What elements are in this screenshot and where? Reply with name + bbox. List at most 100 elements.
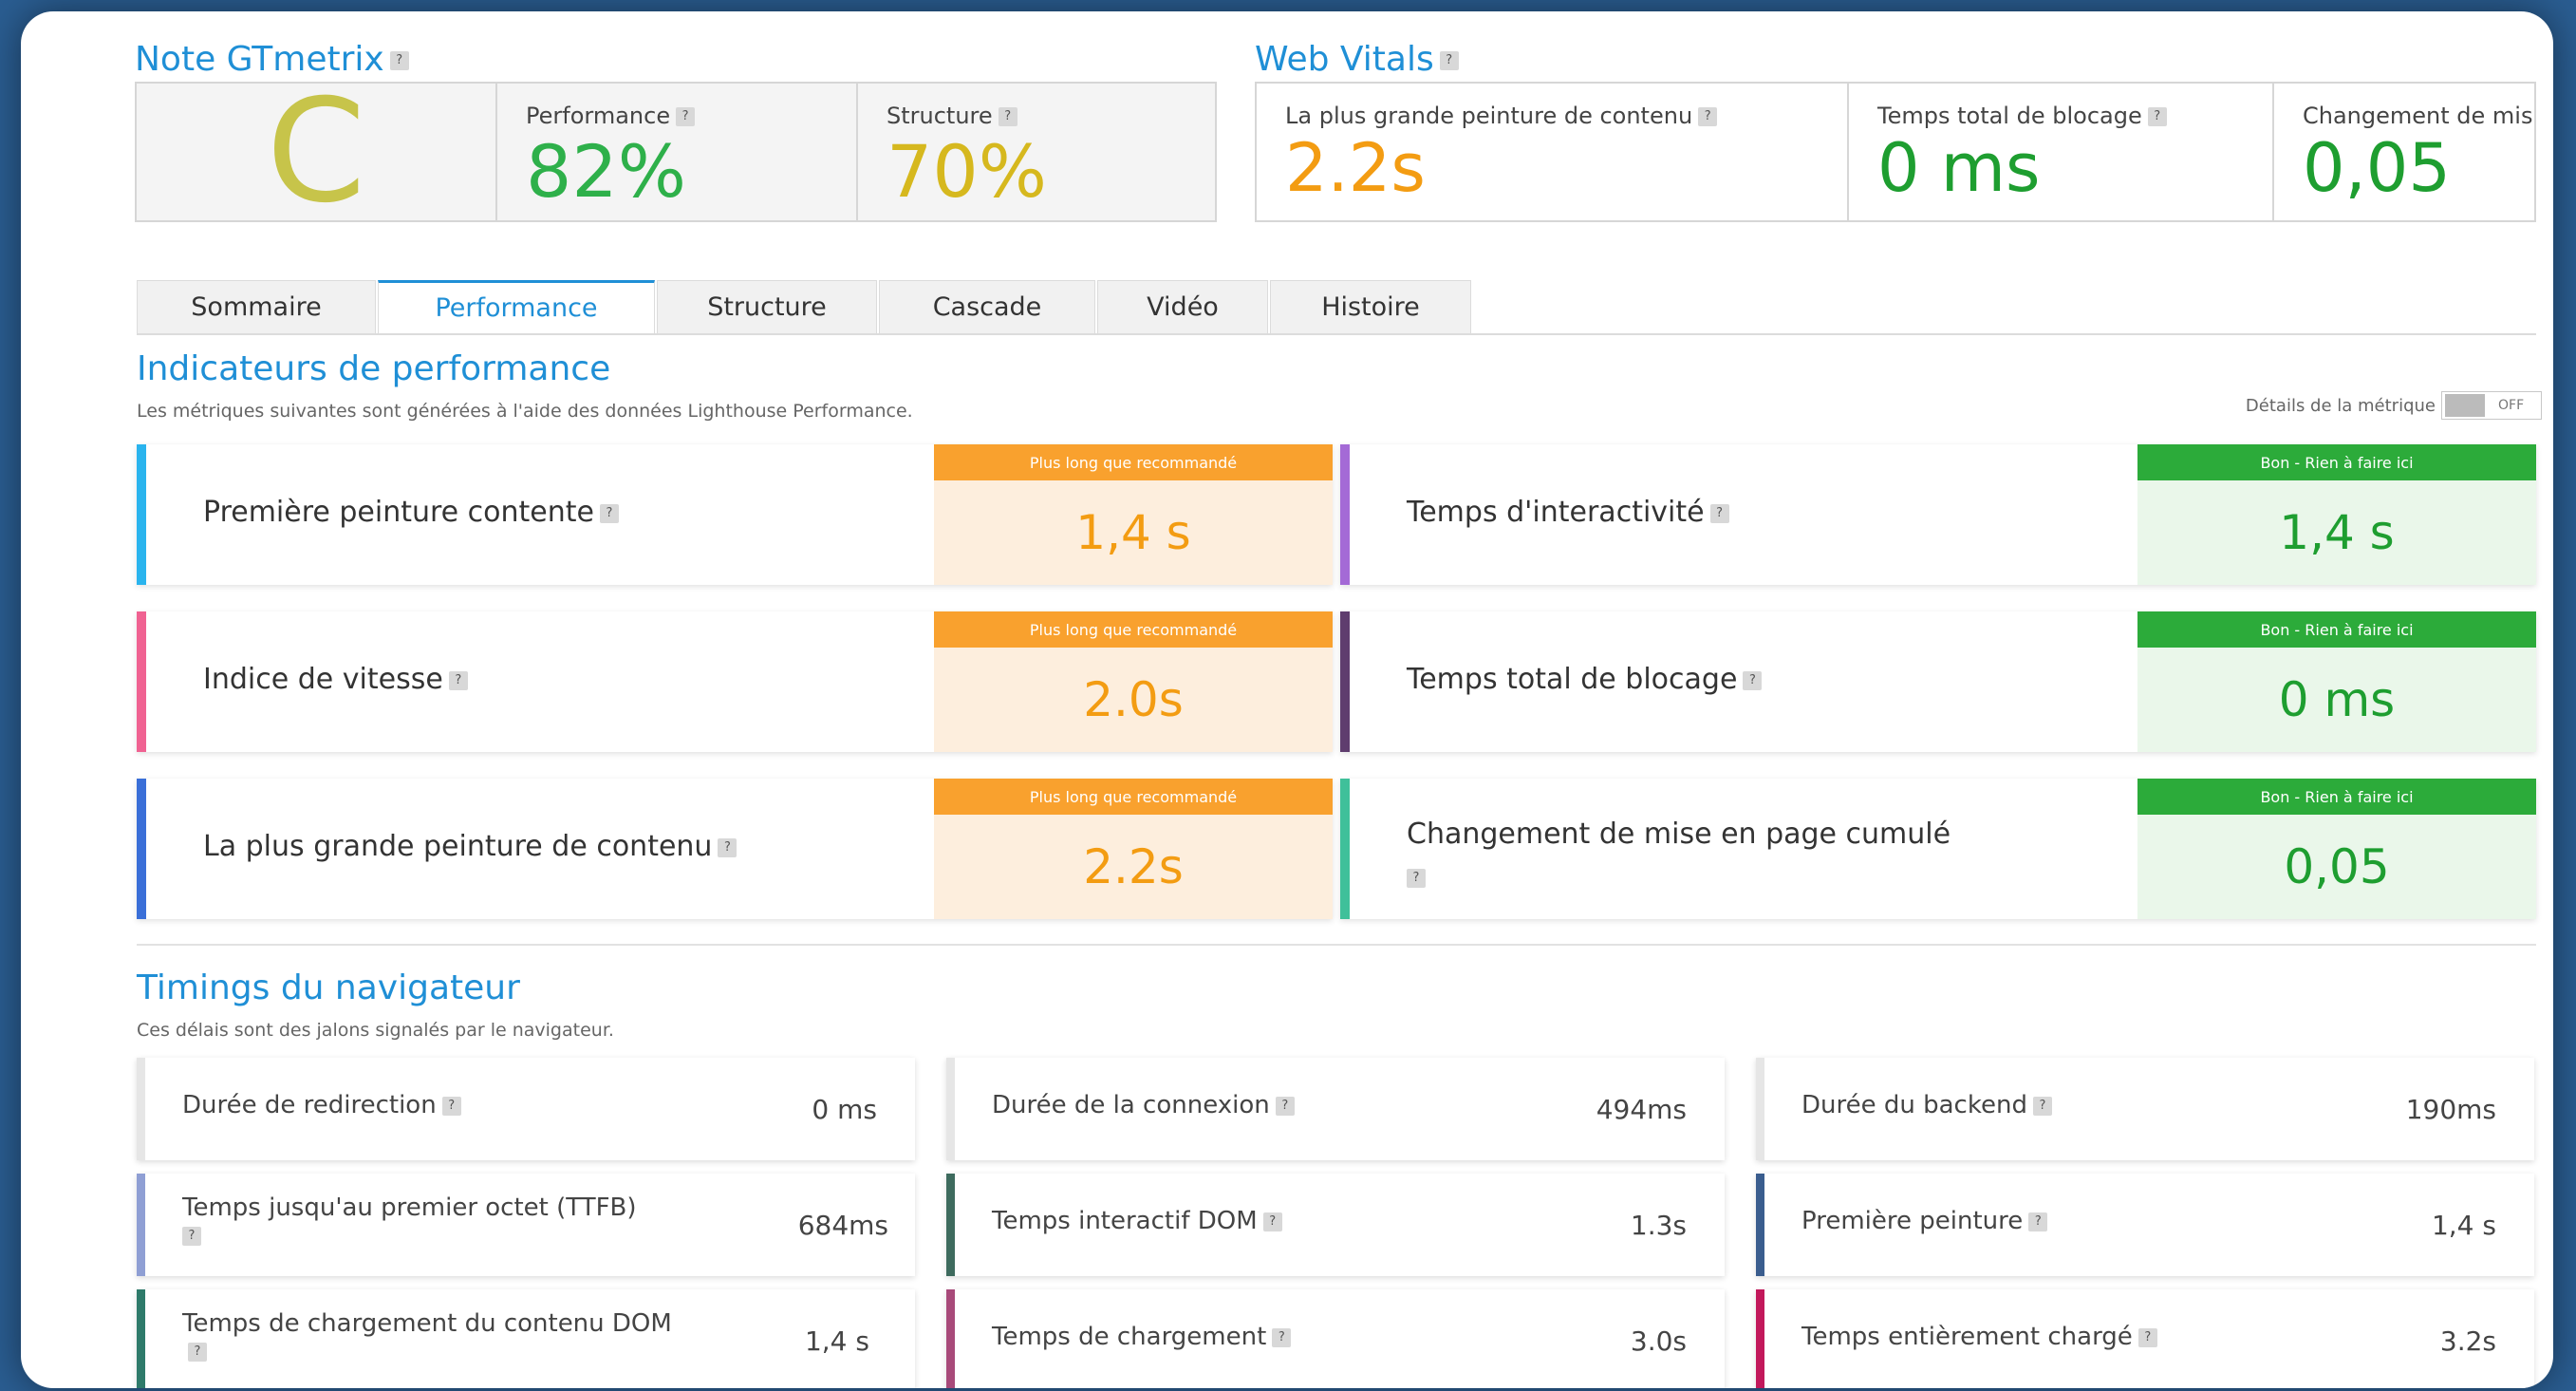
metric-details-toggle[interactable]: OFF [2441, 391, 2542, 420]
grade-box: C Performance? 82% Structure? 70% [135, 69, 1217, 235]
timing-card-fully-loaded: Temps entièrement chargé? 3.2s [1756, 1289, 2534, 1388]
card-color-bar [946, 1289, 955, 1388]
timing-label: Durée du backend? [1801, 1091, 2371, 1120]
timing-card-first-paint: Première peinture? 1,4 s [1756, 1174, 2534, 1276]
timing-label-text: Durée du backend [1801, 1091, 2027, 1119]
help-icon[interactable]: ? [389, 51, 409, 70]
help-icon[interactable]: ? [182, 1227, 201, 1247]
timing-label-text: Durée de redirection [182, 1091, 437, 1119]
help-icon[interactable]: ? [2147, 107, 2167, 126]
timing-value: 684ms [797, 1209, 888, 1241]
tab-video[interactable]: Vidéo [1097, 280, 1268, 333]
vitals-tbt-label-text: Temps total de blocage [1877, 103, 2142, 129]
toggle-state: OFF [2498, 398, 2525, 413]
timing-label-text: Temps interactif DOM [992, 1207, 1258, 1235]
help-icon[interactable]: ? [718, 837, 737, 857]
vitals-tbt-label: Temps total de blocage? [1877, 103, 2167, 129]
timing-card-connection: Durée de la connexion? 494ms [946, 1058, 1725, 1160]
help-icon[interactable]: ? [1262, 1212, 1282, 1231]
toggle-knob [2445, 394, 2485, 417]
timing-label-text: Temps jusqu'au premier octet (TTFB) [182, 1194, 637, 1222]
vitals-section-title: Web Vitals? [1255, 40, 1459, 79]
metric-name: La plus grande peinture de contenu? [203, 830, 737, 863]
metric-value: 2.2s [934, 815, 1333, 919]
tab-histoire[interactable]: Histoire [1270, 280, 1471, 333]
card-color-bar [1756, 1174, 1764, 1276]
help-icon[interactable]: ? [676, 107, 696, 126]
vitals-tbt-value: 0 ms [1877, 129, 2041, 207]
metric-name-text: La plus grande peinture de contenu [203, 830, 713, 863]
report-frame: Note GTmetrix? C Performance? 82% Struct… [21, 11, 2553, 1388]
metric-value-box: Plus long que recommandé 2.2s [934, 779, 1333, 919]
help-icon[interactable]: ? [998, 107, 1017, 126]
structure-score-cell: Structure? 70% [858, 84, 1215, 220]
card-color-bar [137, 1174, 145, 1276]
help-icon[interactable]: ? [2028, 1212, 2048, 1231]
metric-name-text: Changement de mise en page cumulé [1407, 818, 1951, 851]
metric-value-box: Plus long que recommandé 1,4 s [934, 444, 1333, 585]
timing-label: Temps jusqu'au premier octet (TTFB)? [182, 1194, 752, 1251]
timing-value: 494ms [1596, 1093, 1687, 1125]
help-icon[interactable]: ? [1743, 670, 1763, 690]
metric-name-text: Temps total de blocage [1407, 663, 1738, 696]
metric-value: 1,4 s [934, 480, 1333, 585]
status-badge: Plus long que recommandé [934, 779, 1333, 815]
timing-label: Durée de redirection? [182, 1091, 752, 1120]
timing-value: 3.2s [2439, 1325, 2496, 1357]
timing-value: 1,4 s [2431, 1209, 2496, 1241]
metric-name-text: Première peinture contente [203, 496, 594, 529]
structure-score-value: 70% [887, 129, 1047, 214]
section-divider [137, 944, 2536, 946]
help-icon[interactable]: ? [600, 503, 619, 523]
metric-card-cls: Changement de mise en page cumulé? Bon -… [1340, 779, 2536, 919]
help-icon[interactable]: ? [1275, 1096, 1295, 1116]
grade-letter: C [266, 69, 366, 235]
help-icon[interactable]: ? [1709, 503, 1729, 523]
timing-label: Temps de chargement? [992, 1323, 1561, 1352]
metric-card-lcp: La plus grande peinture de contenu? Plus… [137, 779, 1333, 919]
help-icon[interactable]: ? [188, 1343, 207, 1363]
timing-card-redirect: Durée de redirection? 0 ms [137, 1058, 915, 1160]
status-badge: Bon - Rien à faire ici [2137, 779, 2536, 815]
timings-subtitle: Ces délais sont des jalons signalés par … [137, 1020, 614, 1041]
help-icon[interactable]: ? [1698, 107, 1718, 126]
metric-value: 0 ms [2137, 648, 2536, 752]
tab-performance[interactable]: Performance [378, 280, 655, 333]
timing-card-onload: Temps de chargement? 3.0s [946, 1289, 1725, 1388]
structure-score-label: Structure? [887, 103, 1017, 129]
timing-label-text: Temps entièrement chargé [1801, 1323, 2133, 1351]
timing-value: 190ms [2405, 1093, 2496, 1125]
timing-value: 1.3s [1630, 1209, 1687, 1241]
help-icon[interactable]: ? [1407, 868, 1426, 888]
metric-name: Indice de vitesse? [203, 663, 468, 696]
metric-value: 1,4 s [2137, 480, 2536, 585]
card-color-bar [1756, 1058, 1764, 1160]
help-icon[interactable]: ? [448, 670, 468, 690]
timing-label-text: Temps de chargement [992, 1323, 1267, 1351]
tab-cascade[interactable]: Cascade [879, 280, 1095, 333]
card-color-bar [137, 1058, 145, 1160]
timing-label: Temps de chargement du contenu DOM? [182, 1309, 695, 1367]
help-icon[interactable]: ? [441, 1096, 461, 1116]
help-icon[interactable]: ? [2137, 1327, 2157, 1347]
metric-value-box: Bon - Rien à faire ici 0,05 [2137, 779, 2536, 919]
timing-value: 3.0s [1630, 1325, 1687, 1357]
tab-sommaire[interactable]: Sommaire [137, 280, 376, 333]
metric-details-label: Détails de la métrique [2245, 395, 2436, 416]
tab-structure[interactable]: Structure [657, 280, 877, 333]
timing-value: 0 ms [812, 1093, 877, 1125]
indicators-title: Indicateurs de performance [137, 349, 611, 388]
card-color-bar [1340, 611, 1350, 752]
card-color-bar [946, 1058, 955, 1160]
status-badge: Plus long que recommandé [934, 444, 1333, 480]
help-icon[interactable]: ? [1272, 1327, 1292, 1347]
timing-card-ttfb: Temps jusqu'au premier octet (TTFB)? 684… [137, 1174, 915, 1276]
card-color-bar [137, 779, 146, 919]
performance-score-value: 82% [526, 129, 686, 214]
vitals-cls-value: 0,05 [2303, 129, 2451, 207]
help-icon[interactable]: ? [2032, 1096, 2052, 1116]
metric-card-tbt: Temps total de blocage? Bon - Rien à fai… [1340, 611, 2536, 752]
vitals-tbt-cell: Temps total de blocage? 0 ms [1849, 84, 2274, 220]
vitals-lcp-cell: La plus grande peinture de contenu? 2.2s [1257, 84, 1849, 220]
help-icon[interactable]: ? [1439, 51, 1459, 70]
